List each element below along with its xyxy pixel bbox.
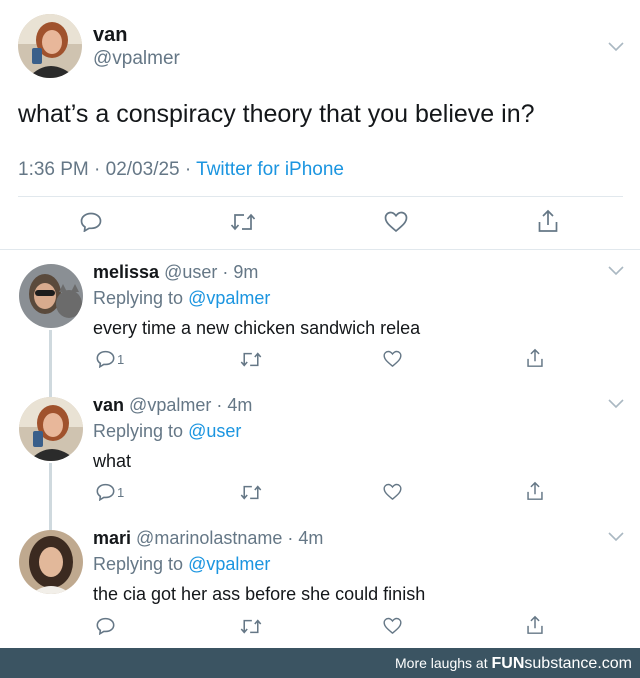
- avatar[interactable]: [19, 397, 83, 461]
- brand-domain: substance.com: [524, 655, 632, 672]
- reply-button[interactable]: 1: [96, 350, 124, 368]
- divider: [0, 249, 640, 250]
- share-icon: [527, 348, 543, 367]
- reply-icon: [96, 617, 115, 635]
- author-name[interactable]: van: [93, 395, 124, 415]
- reply-button[interactable]: 1: [96, 483, 124, 501]
- reply-icon: [96, 350, 115, 368]
- retweet-icon: [240, 485, 262, 500]
- footer-text[interactable]: More laughs at FUNsubstance.com: [395, 655, 632, 673]
- reply-icon: [80, 212, 102, 232]
- author-meta[interactable]: @marinolastname · 4m: [136, 528, 323, 548]
- chevron-down-icon[interactable]: [608, 532, 624, 542]
- author-meta[interactable]: @vpalmer · 4m: [129, 395, 252, 415]
- reply-text: what: [93, 451, 132, 471]
- replying-to: Replying to @user: [93, 421, 242, 441]
- reply-count: 1: [117, 484, 125, 500]
- divider: [18, 196, 623, 197]
- brand-name: FUN: [491, 655, 525, 672]
- mention-link[interactable]: @vpalmer: [188, 554, 270, 574]
- footer-banner: More laughs at FUNsubstance.com: [0, 648, 640, 678]
- like-button[interactable]: [383, 483, 402, 501]
- author-meta[interactable]: @user · 9m: [164, 262, 258, 282]
- like-button[interactable]: [383, 350, 402, 368]
- tweet-source[interactable]: Twitter for iPhone: [196, 159, 344, 180]
- mention-link[interactable]: @vpalmer: [188, 288, 270, 308]
- replying-to: Replying to @vpalmer: [93, 554, 271, 574]
- retweet-button[interactable]: [240, 484, 262, 501]
- heart-icon: [383, 617, 402, 635]
- reply-header: melissa @user · 9m: [93, 262, 258, 283]
- retweet-icon: [240, 352, 262, 367]
- author-handle[interactable]: @vpalmer: [93, 48, 180, 70]
- tweet-timestamp[interactable]: 1:36 PM · 02/03/25 ·: [18, 159, 191, 180]
- reply-text: every time a new chicken sandwich relea: [93, 318, 421, 338]
- reply-header: mari @marinolastname · 4m: [93, 528, 323, 549]
- retweet-icon: [230, 213, 256, 231]
- share-button[interactable]: [526, 348, 544, 368]
- retweet-button[interactable]: [240, 618, 262, 635]
- chevron-down-icon[interactable]: [608, 266, 624, 276]
- avatar[interactable]: [19, 530, 83, 594]
- reply-count: 1: [117, 351, 125, 367]
- retweet-button[interactable]: [240, 351, 262, 368]
- retweet-icon: [240, 619, 262, 634]
- like-button[interactable]: [384, 211, 408, 233]
- author-name[interactable]: melissa: [93, 262, 159, 282]
- mention-link[interactable]: @user: [188, 421, 241, 441]
- share-button[interactable]: [526, 481, 544, 501]
- avatar[interactable]: [18, 14, 82, 78]
- share-icon: [538, 209, 558, 232]
- share-button[interactable]: [526, 615, 544, 635]
- heart-icon: [383, 483, 402, 501]
- replying-to: Replying to @vpalmer: [93, 288, 271, 308]
- like-button[interactable]: [383, 617, 402, 635]
- reply-text: the cia got her ass before she could fin…: [93, 584, 426, 604]
- chevron-down-icon[interactable]: [608, 399, 624, 409]
- reply-icon: [96, 483, 115, 501]
- retweet-button[interactable]: [230, 212, 256, 232]
- reply-button[interactable]: [96, 617, 115, 635]
- author-name[interactable]: van: [93, 24, 127, 47]
- share-icon: [527, 481, 543, 500]
- avatar[interactable]: [19, 264, 83, 328]
- tweet-text: what’s a conspiracy theory that you beli…: [18, 100, 535, 128]
- share-button[interactable]: [537, 209, 559, 233]
- heart-icon: [384, 211, 408, 233]
- chevron-down-icon[interactable]: [608, 42, 624, 52]
- heart-icon: [383, 350, 402, 368]
- reply-button[interactable]: [80, 212, 102, 232]
- author-name[interactable]: mari: [93, 528, 131, 548]
- thread-line: [49, 330, 52, 398]
- share-icon: [527, 615, 543, 634]
- tweet-meta: 1:36 PM · 02/03/25 · Twitter for iPhone: [18, 159, 344, 181]
- reply-header: van @vpalmer · 4m: [93, 395, 252, 416]
- main-tweet: van @vpalmer what’s a conspiracy theory …: [0, 0, 640, 250]
- thread-line: [49, 463, 52, 531]
